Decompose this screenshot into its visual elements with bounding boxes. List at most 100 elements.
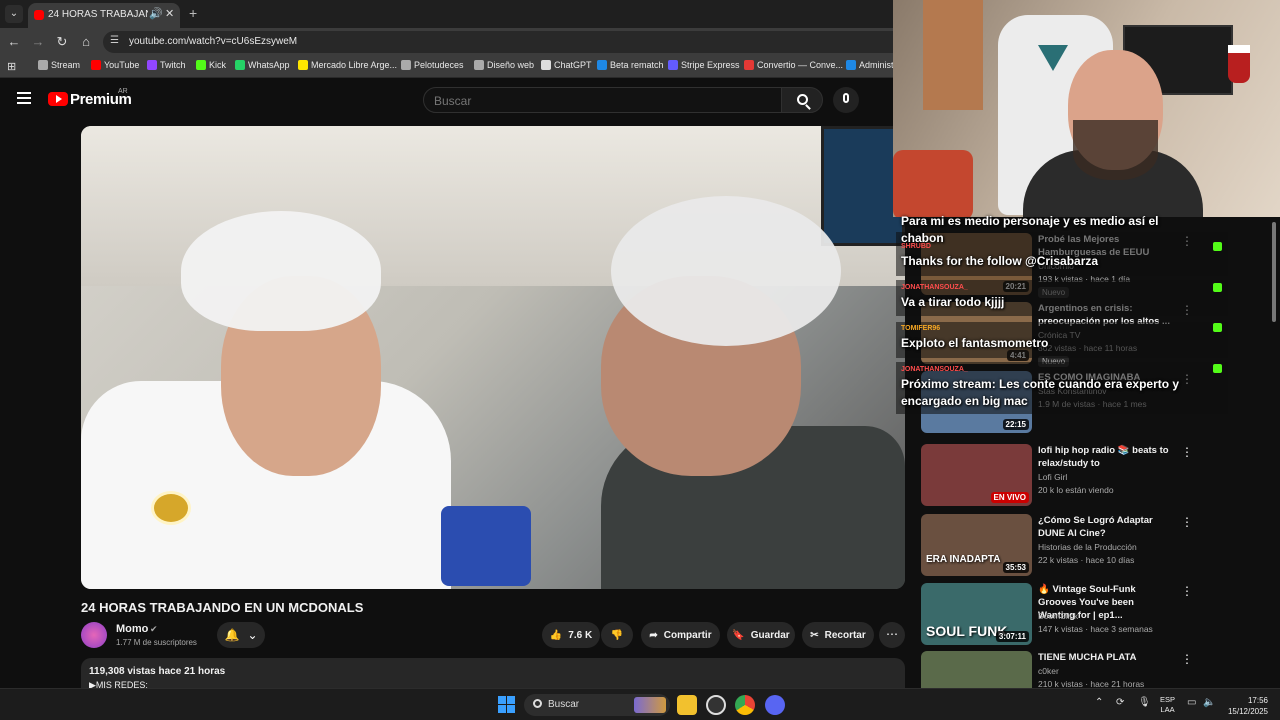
bookmark-icon <box>668 60 678 70</box>
network-icon[interactable]: ▭ <box>1187 697 1196 708</box>
url-text[interactable]: youtube.com/watch?v=cU6sEzsyweM <box>129 36 297 47</box>
tab-audio-icon[interactable]: 🔊 <box>149 7 163 20</box>
apps-grid-icon[interactable]: ⊞ <box>7 60 16 73</box>
recommendation-channel[interactable]: Lofi Girl <box>1038 472 1067 482</box>
bookmark-item[interactable]: ChatGPT <box>541 60 592 70</box>
taskbar-search[interactable]: Buscar <box>524 694 670 716</box>
recommendation-channel[interactable]: BoomSlick <box>1038 611 1078 621</box>
video-thumbnail[interactable]: SOUL FUNK 3:07:11 <box>921 583 1032 645</box>
reload-icon[interactable]: ↻ <box>53 33 71 51</box>
bookmark-icon <box>147 60 157 70</box>
bell-icon: 🔔 <box>224 628 240 642</box>
bookmark-icon <box>846 60 856 70</box>
bookmark-label: Twitch <box>160 60 186 70</box>
microphone-icon[interactable]: 🎙 <box>1138 697 1151 708</box>
webcam-stocking <box>1228 45 1250 83</box>
live-badge: EN VIVO <box>990 492 1029 503</box>
bookmark-item[interactable]: Stripe Express <box>668 60 740 70</box>
clock[interactable]: 17:56 15/12/2025 <box>1222 695 1268 717</box>
bookmark-item[interactable]: Twitch <box>147 60 186 70</box>
voice-search-button[interactable] <box>833 87 859 113</box>
bookmark-item[interactable]: Mercado Libre Arge... <box>298 60 397 70</box>
bookmark-label: Stream <box>51 60 81 70</box>
bookmark-label: ChatGPT <box>554 60 592 70</box>
bookmark-item[interactable]: Stream <box>38 60 80 70</box>
recommendation-title[interactable]: TIENE MUCHA PLATA <box>1038 651 1173 664</box>
tab-search-button[interactable]: ⌄ <box>5 5 23 23</box>
video-thumbnail[interactable]: ERA INADAPTA 35:53 <box>921 514 1032 576</box>
recommendation-title[interactable]: lofi hip hop radio 📚 beats to relax/stud… <box>1038 444 1173 470</box>
thumbnail-text: ERA INADAPTA <box>926 554 1001 565</box>
search-button[interactable] <box>781 87 823 113</box>
bookmark-icon <box>744 60 754 70</box>
bookmark-item[interactable]: Pelotudeces <box>401 60 464 70</box>
share-button[interactable]: ➦ Compartir <box>641 622 720 648</box>
windows-taskbar: Buscar ⌃ ⟳ 🎙 ESP LAA ▭ 🔈 17:56 15/12/202… <box>0 688 1280 720</box>
recommendation-title[interactable]: ¿Cómo Se Logró Adaptar DUNE Al Cine? <box>1038 514 1173 540</box>
windows-start-icon[interactable] <box>498 696 516 714</box>
bookmark-label: Mercado Libre Arge... <box>311 60 398 70</box>
bookmark-icon <box>597 60 607 70</box>
search-input[interactable] <box>434 93 764 109</box>
bookmark-item[interactable]: Administ <box>846 60 894 70</box>
menu-icon[interactable] <box>17 92 31 104</box>
more-options-icon[interactable]: ⋮ <box>1181 584 1193 598</box>
more-options-icon[interactable]: ⋮ <box>1181 652 1193 666</box>
obs-icon[interactable] <box>706 695 726 715</box>
webcam-overlay <box>893 0 1280 217</box>
video-player[interactable] <box>81 126 905 589</box>
tray-overflow-icon[interactable]: ⌃ <box>1095 697 1103 708</box>
address-bar[interactable]: ☰ youtube.com/watch?v=cU6sEzsyweM <box>103 31 893 53</box>
more-options-icon[interactable]: ⋮ <box>1181 445 1193 459</box>
tab-strip: ⌄ 24 HORAS TRABAJANDO E 🔊 ✕ + <box>0 0 893 28</box>
channel-avatar[interactable] <box>81 622 107 648</box>
bookmark-item[interactable]: Diseño web <box>474 60 534 70</box>
save-label: Guardar <box>750 629 790 641</box>
channel-name[interactable]: Momo <box>116 623 148 635</box>
video-frame-hairnet <box>611 196 841 346</box>
new-tab-button[interactable]: + <box>189 5 197 21</box>
bookmark-item[interactable]: Kick <box>196 60 226 70</box>
volume-icon[interactable]: 🔈 <box>1203 697 1215 708</box>
recommendation-item[interactable]: ERA INADAPTA 35:53 ¿Cómo Se Logró Adaptar … <box>921 514 1241 576</box>
home-icon[interactable]: ⌂ <box>77 33 95 51</box>
recommendation-channel[interactable]: c0ker <box>1038 666 1059 676</box>
search-box[interactable] <box>423 87 782 113</box>
chat-username: TOMIFER96 <box>901 325 941 332</box>
bookmark-item[interactable]: WhatsApp <box>235 60 290 70</box>
language-code: ESP <box>1160 695 1176 704</box>
more-actions-button[interactable]: ⋯ <box>879 622 905 648</box>
tab-close-icon[interactable]: ✕ <box>165 7 174 20</box>
recommendation-meta: 147 k vistas · hace 3 semanas <box>1038 624 1153 634</box>
recommendation-meta: 20 k lo están viendo <box>1038 485 1114 495</box>
video-thumbnail[interactable]: EN VIVO <box>921 444 1032 506</box>
kick-icon <box>1213 364 1222 373</box>
site-info-icon[interactable]: ☰ <box>110 35 119 46</box>
bookmark-item[interactable]: Beta rematch <box>597 60 664 70</box>
chat-username: JONATHANSOUZA_ <box>901 366 968 373</box>
tab-active[interactable]: 24 HORAS TRABAJANDO E 🔊 ✕ <box>28 3 180 28</box>
like-button[interactable]: 👍 7.6 K <box>542 622 600 648</box>
bookmark-item[interactable]: YouTube <box>91 60 139 70</box>
recommendation-channel[interactable]: Historias de la Producción <box>1038 542 1137 552</box>
bookmark-item[interactable]: Convertio — Conve... <box>744 60 843 70</box>
recommendation-item[interactable]: SOUL FUNK 3:07:11 🔥 Vintage Soul-Funk Groo… <box>921 583 1241 645</box>
save-button[interactable]: 🔖 Guardar <box>727 622 795 648</box>
more-options-icon[interactable]: ⋮ <box>1181 515 1193 529</box>
bookmark-icon <box>541 60 551 70</box>
youtube-logo-icon[interactable] <box>48 92 68 106</box>
notifications-button[interactable]: 🔔 ⌄ <box>217 622 265 648</box>
clip-button[interactable]: ✂ Recortar <box>802 622 874 648</box>
recommendation-item[interactable]: EN VIVO lofi hip hop radio 📚 beats to rel… <box>921 444 1241 506</box>
chrome-icon[interactable] <box>735 695 755 715</box>
back-icon[interactable]: ← <box>5 33 23 51</box>
forward-icon[interactable]: → <box>29 33 47 51</box>
sync-icon[interactable]: ⟳ <box>1116 697 1124 708</box>
scrollbar-thumb[interactable] <box>1272 222 1276 322</box>
discord-icon[interactable] <box>765 695 785 715</box>
kick-icon <box>1213 283 1222 292</box>
recommendation-meta: 22 k vistas · hace 10 días <box>1038 555 1135 565</box>
language-indicator[interactable]: ESP LAA <box>1160 695 1175 715</box>
dislike-button[interactable]: 👎 <box>601 622 633 648</box>
file-explorer-icon[interactable] <box>677 695 697 715</box>
